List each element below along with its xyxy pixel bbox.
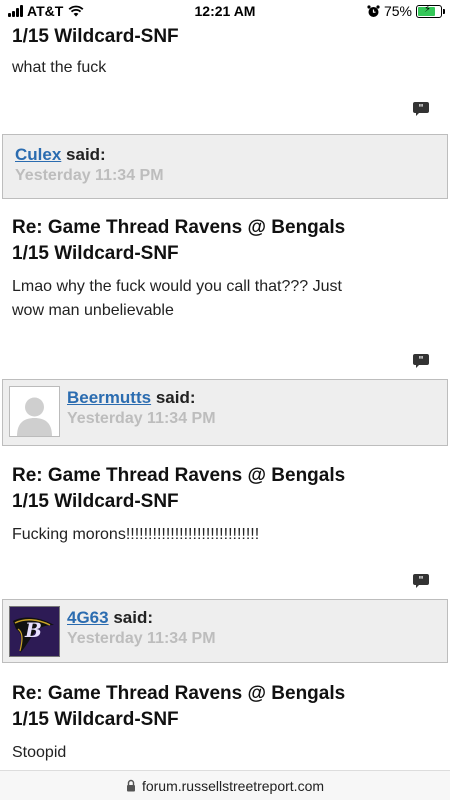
avatar[interactable] xyxy=(9,386,60,437)
svg-text:": " xyxy=(418,575,423,586)
avatar[interactable]: B xyxy=(9,606,60,657)
post-timestamp: Yesterday 11:34 PM xyxy=(67,630,216,647)
post-timestamp: Yesterday 11:34 PM xyxy=(15,167,164,184)
author-line: 4G63 said: xyxy=(67,608,435,628)
quote-icon[interactable]: " xyxy=(412,573,430,589)
post-body-text: wow man unbelievable xyxy=(12,302,174,319)
svg-text:B: B xyxy=(24,618,42,642)
status-bar: AT&T 12:21 AM 75% ⚡ xyxy=(0,0,450,24)
said-label: said: xyxy=(113,608,154,627)
post-title-line: Re: Game Thread Ravens @ Bengals xyxy=(12,217,346,238)
battery-percent: 75% xyxy=(383,3,412,19)
quote-icon[interactable]: " xyxy=(412,101,430,117)
post-title-line: 1/15 Wildcard-SNF xyxy=(12,709,179,730)
author-box: B 4G63 said: Yesterday 11:34 PM xyxy=(2,599,448,663)
post-title-line: Re: Game Thread Ravens @ Bengals xyxy=(12,683,346,704)
author-link[interactable]: Culex xyxy=(15,145,61,164)
svg-text:": " xyxy=(418,103,423,114)
post: 1/15 Wildcard-SNF what the fuck " xyxy=(0,24,450,125)
post-timestamp: Yesterday 11:34 PM xyxy=(67,410,216,427)
author-box: Beermutts said: Yesterday 11:34 PM xyxy=(2,379,448,446)
post-title: Re: Game Thread Ravens @ Bengals 1/15 Wi… xyxy=(0,463,450,515)
said-label: said: xyxy=(66,145,106,164)
status-right: 75% ⚡ xyxy=(367,3,445,19)
post-title-line: Re: Game Thread Ravens @ Bengals xyxy=(12,465,346,486)
quote-icon[interactable]: " xyxy=(412,353,430,369)
charging-bolt-icon: ⚡ xyxy=(424,3,432,15)
battery-icon: ⚡ xyxy=(416,3,445,18)
author-box: Culex said: Yesterday 11:34 PM xyxy=(2,134,448,199)
alarm-icon xyxy=(367,4,380,17)
post-body: what the fuck xyxy=(0,56,450,80)
author-link[interactable]: 4G63 xyxy=(67,608,109,627)
post-title: Re: Game Thread Ravens @ Bengals 1/15 Wi… xyxy=(0,681,450,733)
author-line: Beermutts said: xyxy=(67,388,435,408)
url-bar[interactable]: forum.russellstreetreport.com xyxy=(0,770,450,800)
svg-text:": " xyxy=(418,355,423,366)
url-domain: forum.russellstreetreport.com xyxy=(141,777,325,794)
post-title: Re: Game Thread Ravens @ Bengals 1/15 Wi… xyxy=(0,215,450,267)
post: Culex said: Yesterday 11:34 PM Re: Game … xyxy=(0,134,450,377)
post-actions: " xyxy=(0,571,450,597)
post: B 4G63 said: Yesterday 11:34 PM Re: Game… xyxy=(0,599,450,765)
post-actions: " xyxy=(0,99,450,125)
post-body-text: Fucking morons!!!!!!!!!!!!!!!!!!!!!!!!!!… xyxy=(12,526,260,543)
lock-icon xyxy=(126,779,135,792)
post-body-text: Stoopid xyxy=(12,744,67,761)
thread-content: 1/15 Wildcard-SNF what the fuck " Culex … xyxy=(0,24,450,765)
post-body: Lmao why the fuck would you call that???… xyxy=(0,275,450,323)
said-label: said: xyxy=(155,388,196,407)
author-link[interactable]: Beermutts xyxy=(67,388,151,407)
post-body-text: Lmao why the fuck would you call that???… xyxy=(12,278,342,295)
post-title-line: 1/15 Wildcard-SNF xyxy=(12,491,179,512)
post-body: Stoopid xyxy=(0,741,450,765)
post-title: 1/15 Wildcard-SNF xyxy=(0,24,450,50)
author-line: Culex said: xyxy=(15,145,435,165)
post: Beermutts said: Yesterday 11:34 PM Re: G… xyxy=(0,379,450,597)
post-actions: " xyxy=(0,351,450,377)
ravens-logo-avatar: B xyxy=(10,607,59,656)
post-title-line: 1/15 Wildcard-SNF xyxy=(12,26,179,47)
post-body-text: what the fuck xyxy=(12,59,107,76)
default-avatar-icon xyxy=(10,387,59,436)
post-body: Fucking morons!!!!!!!!!!!!!!!!!!!!!!!!!!… xyxy=(0,523,450,547)
post-title-line: 1/15 Wildcard-SNF xyxy=(12,243,179,264)
